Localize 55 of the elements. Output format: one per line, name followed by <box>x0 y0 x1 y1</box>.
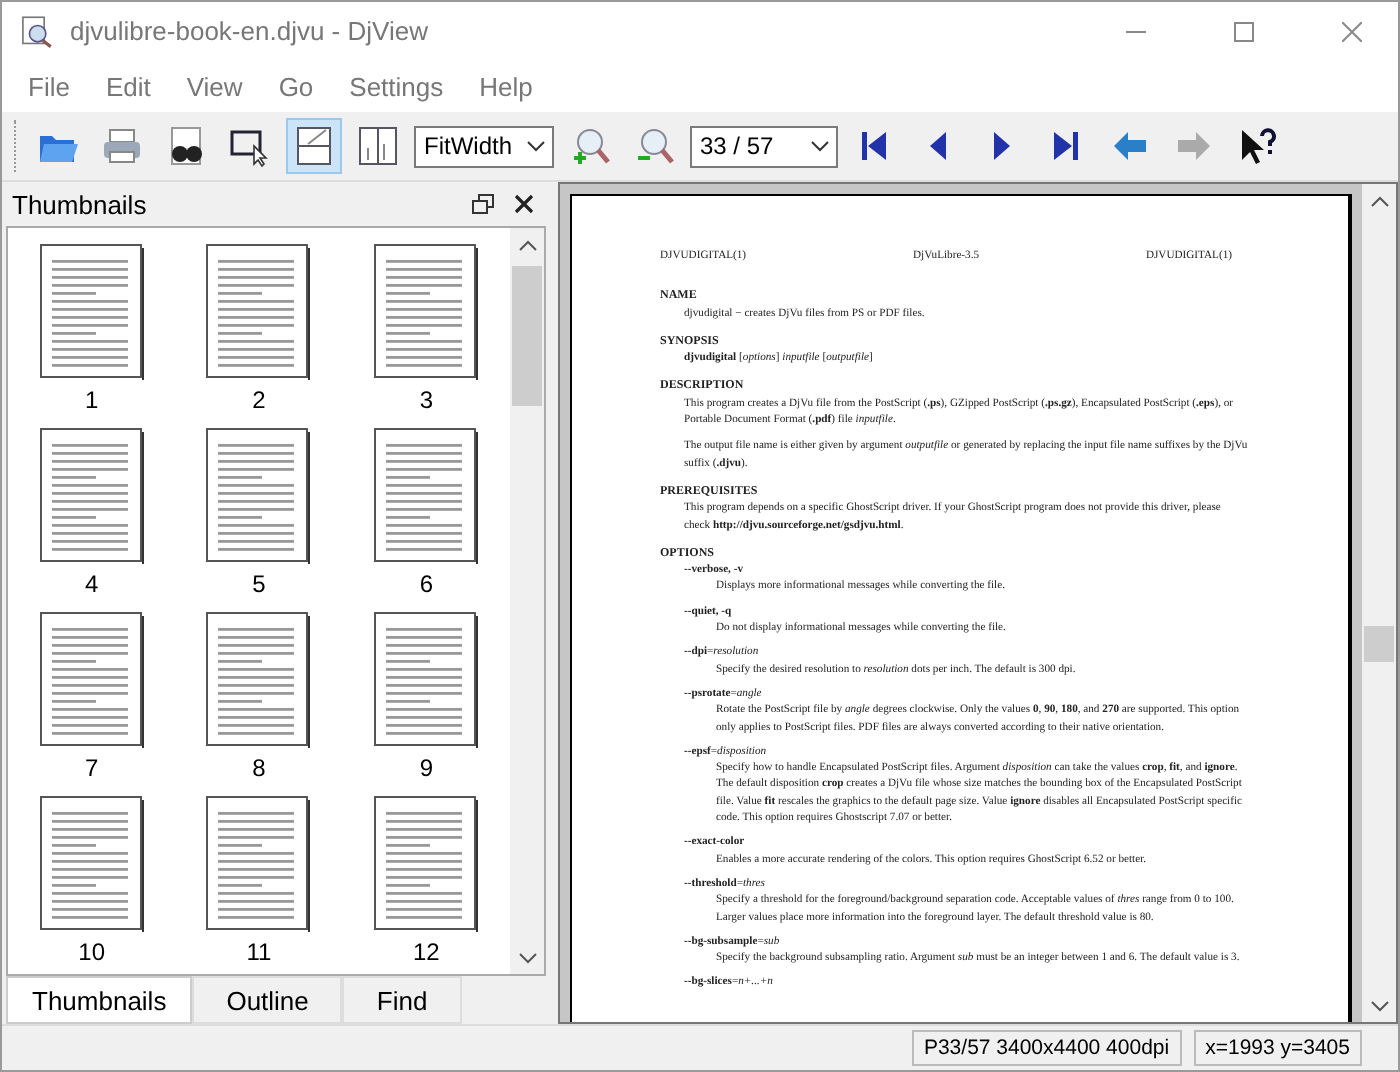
zoom-in-icon <box>568 124 612 168</box>
side-by-side-icon <box>356 124 400 168</box>
maximize-icon <box>1234 21 1254 41</box>
page-thumbnail[interactable] <box>374 612 479 748</box>
page-label: 7 <box>84 754 99 782</box>
page-thumbnail[interactable] <box>374 428 479 564</box>
page-label: 4 <box>84 570 99 598</box>
help-cursor-icon <box>1236 124 1280 168</box>
continuous-layout-button[interactable] <box>286 118 342 174</box>
continuous-layout-icon <box>292 124 336 168</box>
page-label: 6 <box>419 570 433 598</box>
page-label: 5 <box>252 570 266 598</box>
close-icon <box>514 194 534 214</box>
page-label: 3 <box>419 386 433 414</box>
panel-tab[interactable]: Find <box>342 976 462 1024</box>
document-magnifier-icon <box>18 13 54 49</box>
page-label: 1 <box>84 386 99 414</box>
scrollbar[interactable] <box>1362 184 1396 1022</box>
page-thumbnail[interactable] <box>206 796 311 932</box>
panel-tab[interactable]: Outline <box>192 976 343 1024</box>
status-field: P33/57 3400x4400 400dpi <box>911 1030 1182 1066</box>
page-number-dropdown[interactable]: 33 / 57 <box>690 125 838 167</box>
status-field: x=1993 y=3405 <box>1193 1030 1362 1066</box>
page-thumbnail[interactable] <box>39 244 144 380</box>
page-thumbnail[interactable] <box>39 796 144 932</box>
page-label: 10 <box>78 938 105 966</box>
page-thumbnail[interactable] <box>39 612 144 748</box>
menu-item[interactable]: Go <box>260 71 332 101</box>
menu-item[interactable]: Edit <box>87 71 169 101</box>
zoom-out-icon <box>632 124 676 168</box>
close-icon <box>1342 21 1362 41</box>
page-thumbnail[interactable] <box>39 428 144 564</box>
menu-item[interactable]: Help <box>461 71 551 101</box>
float-panel-icon <box>472 194 494 214</box>
page-thumbnail[interactable] <box>374 244 479 380</box>
scrollbar-thumb[interactable] <box>512 266 542 406</box>
page-label: 9 <box>419 754 433 782</box>
window-title: djvulibre-book-en.djvu - DjView <box>70 16 430 46</box>
page-thumbnail[interactable] <box>206 612 311 748</box>
page-label: 12 <box>412 938 440 966</box>
page-label: 11 <box>246 938 272 966</box>
page-thumbnail[interactable] <box>206 244 311 380</box>
page-label: 2 <box>252 386 266 414</box>
page-thumbnail[interactable] <box>206 428 311 564</box>
menu-item[interactable]: View <box>168 71 261 101</box>
panel-title: Thumbnails <box>12 189 149 219</box>
zoom-dropdown[interactable]: FitWidth <box>414 125 554 167</box>
panel-tab[interactable]: Thumbnails <box>6 976 193 1024</box>
menu-item[interactable]: Settings <box>331 71 462 101</box>
page-thumbnail[interactable] <box>374 796 479 932</box>
menu-item[interactable]: File <box>10 71 88 101</box>
scrollbar[interactable] <box>510 228 544 974</box>
page-label: 8 <box>252 754 266 782</box>
scrollbar-thumb[interactable] <box>1364 626 1394 662</box>
printer-icon <box>100 124 144 168</box>
